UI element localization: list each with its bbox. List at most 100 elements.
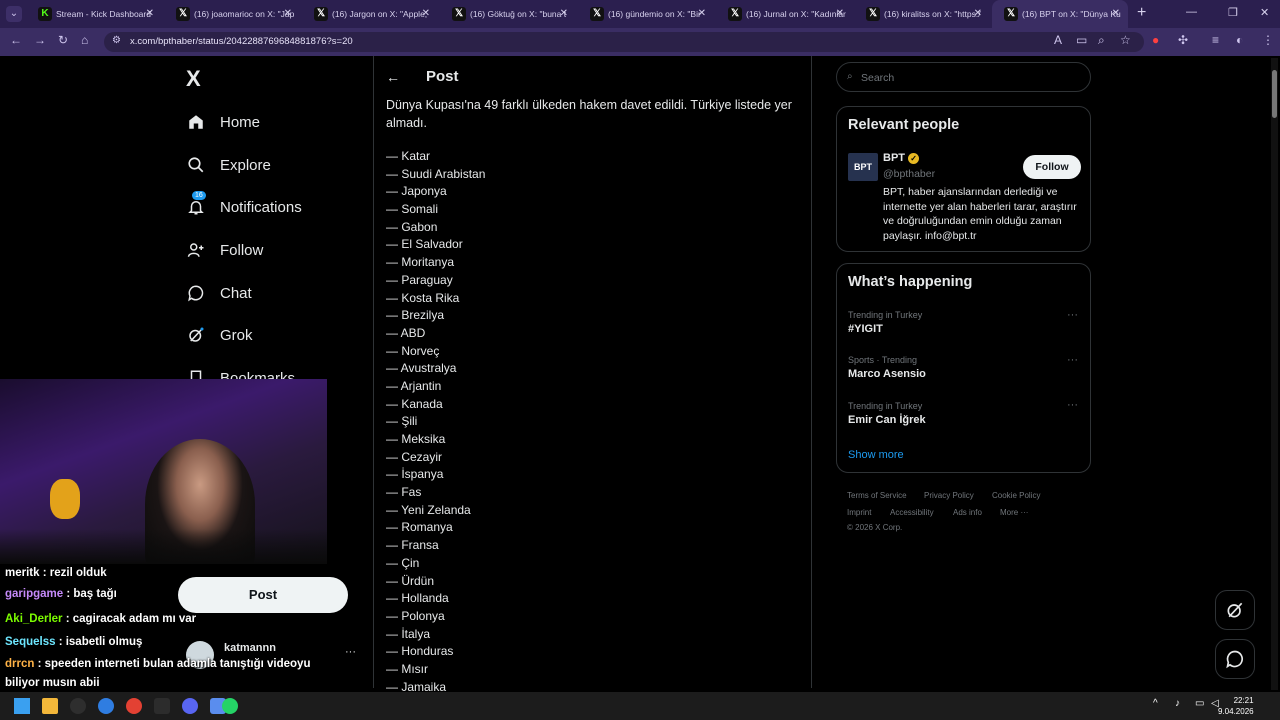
footer-imprint[interactable]: Imprint: [847, 508, 871, 517]
forward-icon[interactable]: →: [34, 33, 46, 47]
nav-explore[interactable]: Explore: [186, 150, 271, 180]
close-tab-icon[interactable]: ✕: [836, 0, 844, 28]
close-tab-icon[interactable]: ✕: [146, 0, 154, 28]
x-icon: 𝕏: [314, 7, 328, 21]
chrome-icon[interactable]: [126, 698, 142, 714]
nav-follow[interactable]: Follow: [186, 235, 263, 265]
close-window-icon[interactable]: ✕: [1260, 6, 1269, 19]
microphone-icon[interactable]: ♪: [1175, 698, 1180, 709]
file-explorer-icon[interactable]: [42, 698, 58, 714]
menu-icon[interactable]: ⋮: [1262, 33, 1274, 47]
nav-home[interactable]: Home: [186, 107, 260, 137]
bell-icon: 16: [186, 191, 206, 217]
close-tab-icon[interactable]: ✕: [284, 0, 292, 28]
account-name[interactable]: katmannn: [224, 642, 276, 654]
back-arrow-icon[interactable]: ←: [386, 69, 400, 85]
x-icon: 𝕏: [452, 7, 466, 21]
trend-name[interactable]: #YIGIT: [848, 323, 883, 335]
nav-chat[interactable]: Chat: [186, 278, 252, 308]
cast-icon[interactable]: ▭: [1076, 33, 1087, 47]
close-tab-icon[interactable]: ✕: [974, 0, 982, 28]
country-item: — Somali: [386, 202, 439, 217]
restore-icon[interactable]: ❐: [1228, 6, 1238, 19]
messages-fab-button[interactable]: [1215, 639, 1255, 679]
more-options-icon[interactable]: ···: [1067, 354, 1078, 366]
chat-icon: [1226, 650, 1244, 669]
whats-happening-card: What’s happening Trending in Turkey #YIG…: [836, 263, 1091, 473]
footer-more[interactable]: More ···: [1000, 508, 1028, 517]
tab-3[interactable]: 𝕏 (16) Jargon on X: "Apple, ✕: [302, 0, 438, 28]
home-icon: [186, 112, 206, 132]
footer-terms[interactable]: Terms of Service: [847, 491, 907, 500]
minimize-icon[interactable]: —: [1186, 6, 1197, 18]
country-item: — Suudi Arabistan: [386, 166, 486, 181]
country-item: — Çin: [386, 555, 420, 570]
scrollbar-track[interactable]: [1271, 58, 1278, 690]
trend-name[interactable]: Marco Asensio: [848, 368, 926, 380]
extensions-icon[interactable]: ✣: [1178, 33, 1188, 47]
obs-icon[interactable]: [70, 698, 86, 714]
more-options-icon[interactable]: ···: [1067, 399, 1078, 411]
footer-cookie[interactable]: Cookie Policy: [992, 491, 1040, 500]
address-bar[interactable]: ⚙ x.com/bpthaber/status/2042288769684881…: [104, 32, 1144, 52]
close-tab-icon[interactable]: ✕: [422, 0, 430, 28]
footer-accessibility[interactable]: Accessibility: [890, 508, 934, 517]
footer-ads-info[interactable]: Ads info: [953, 508, 982, 517]
display-icon[interactable]: ▭: [1195, 698, 1204, 709]
tab-1[interactable]: K Stream - Kick Dashboard ✕: [26, 0, 162, 28]
back-icon[interactable]: ←: [10, 33, 22, 47]
new-tab-button[interactable]: +: [1137, 4, 1146, 22]
nav-notifications[interactable]: 16 Notifications: [186, 191, 302, 222]
tray-chevron-icon[interactable]: ^: [1153, 698, 1158, 709]
more-options-icon[interactable]: ···: [1067, 309, 1078, 321]
app-icon[interactable]: [154, 698, 170, 714]
search-input[interactable]: ⌕ Search: [836, 62, 1091, 92]
follow-button[interactable]: Follow: [1023, 155, 1081, 179]
country-item: — Hollanda: [386, 591, 449, 606]
translate-icon[interactable]: A: [1054, 33, 1062, 47]
tab-search-menu-icon[interactable]: ⌄: [6, 6, 22, 22]
tab-2[interactable]: 𝕏 (16) joaomarioc on X: "Jap ✕: [164, 0, 300, 28]
close-tab-icon[interactable]: ✕: [560, 0, 568, 28]
taskbar-clock[interactable]: 22:21 9.04.2026: [1218, 695, 1254, 717]
url-text: x.com/bpthaber/status/204228876968488187…: [130, 36, 353, 47]
media-icon[interactable]: ≡: [1212, 33, 1219, 47]
country-item: — Yeni Zelanda: [386, 502, 471, 517]
zoom-icon[interactable]: ⌕: [1098, 33, 1105, 48]
tab-6[interactable]: 𝕏 (16) Jurnal on X: "Kadınlar ✕: [716, 0, 852, 28]
grok-fab-button[interactable]: [1215, 590, 1255, 630]
home-browser-icon[interactable]: ⌂: [81, 33, 88, 47]
discord-icon[interactable]: [182, 698, 198, 714]
tab-4[interactable]: 𝕏 (16) Göktuğ on X: "buna t ✕: [440, 0, 576, 28]
grok-icon: [186, 325, 206, 345]
tab-8[interactable]: 𝕏 (16) BPT on X: "Dünya Ku ✕: [992, 0, 1128, 28]
close-tab-icon[interactable]: ✕: [1112, 0, 1120, 28]
footer-privacy[interactable]: Privacy Policy: [924, 491, 974, 500]
country-list: — Katar — Suudi Arabistan — Japonya — Somal…: [386, 149, 485, 697]
extension-red-icon[interactable]: ●: [1152, 33, 1159, 47]
trend-name[interactable]: Emir Can İğrek: [848, 414, 926, 426]
close-tab-icon[interactable]: ✕: [698, 0, 706, 28]
profile-avatar[interactable]: ◐: [1236, 33, 1243, 47]
nav-grok[interactable]: Grok: [186, 320, 253, 350]
avatar[interactable]: BPT: [848, 153, 878, 181]
chat-message: drrcn : speeden interneti bulan adamla t…: [5, 658, 310, 670]
reload-icon[interactable]: ↻: [58, 33, 68, 47]
post-text: Dünya Kupası'na 49 farklı ülkeden hakem …: [386, 98, 792, 130]
x-logo[interactable]: X: [186, 66, 201, 92]
person-name[interactable]: BPT ✓: [883, 152, 920, 164]
account-menu-icon[interactable]: ···: [345, 646, 356, 658]
bookmark-star-icon[interactable]: ☆: [1120, 33, 1131, 47]
country-item: — Şili: [386, 414, 418, 429]
whatsapp-icon[interactable]: [222, 698, 238, 714]
tab-5[interactable]: 𝕏 (16) gündemio on X: "Bir ✕: [578, 0, 714, 28]
post-button[interactable]: Post: [178, 577, 348, 613]
steam-icon[interactable]: [98, 698, 114, 714]
start-icon[interactable]: [14, 698, 30, 714]
webcam-overlay: f: [0, 379, 327, 564]
person-bio: BPT, haber ajanslarından derlediği ve in…: [883, 186, 1077, 242]
show-more-link[interactable]: Show more: [848, 449, 904, 461]
site-info-icon[interactable]: ⚙: [112, 35, 121, 46]
scrollbar-thumb[interactable]: [1272, 70, 1277, 118]
tab-7[interactable]: 𝕏 (16) kiralitss on X: "https:/✕: [854, 0, 990, 28]
